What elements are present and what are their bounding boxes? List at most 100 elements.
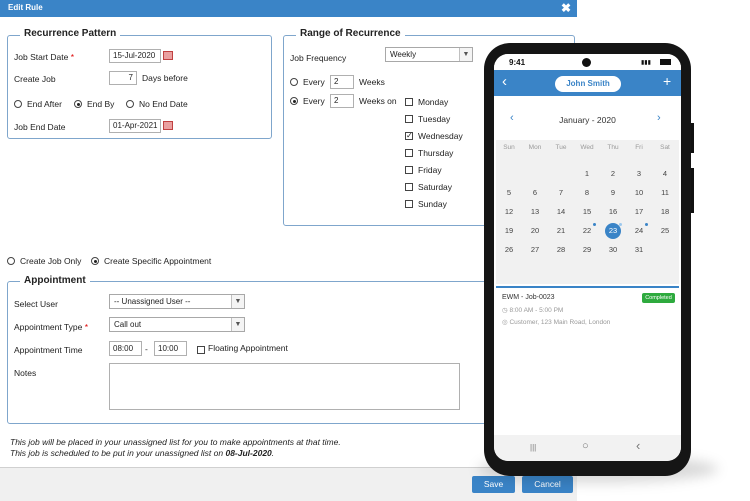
- close-icon[interactable]: ✖: [561, 1, 571, 15]
- appointment-time-label: Appointment Time: [14, 345, 83, 355]
- signal-icon: ▮▮▮: [641, 60, 651, 66]
- monday-checkbox[interactable]: [405, 98, 413, 106]
- friday-label: Friday: [418, 165, 442, 175]
- nav-back-icon[interactable]: ‹: [636, 438, 640, 453]
- thursday-checkbox[interactable]: [405, 149, 413, 157]
- end-after-radio[interactable]: [14, 100, 22, 108]
- friday-checkbox[interactable]: [405, 166, 413, 174]
- calendar-day[interactable]: 5: [496, 188, 522, 197]
- clock-icon: ◷: [502, 307, 508, 314]
- tuesday-label: Tuesday: [418, 114, 451, 124]
- recent-apps-icon[interactable]: |||: [530, 443, 536, 452]
- calendar-day[interactable]: 2: [600, 169, 626, 178]
- calendar-day[interactable]: 24: [626, 226, 652, 235]
- calendar-day[interactable]: 22: [574, 226, 600, 235]
- calendar-day[interactable]: 6: [522, 188, 548, 197]
- wednesday-checkbox[interactable]: ✓: [405, 132, 413, 140]
- job-end-date-label: Job End Date: [14, 122, 66, 132]
- job-frequency-label: Job Frequency: [290, 53, 347, 63]
- calendar-day[interactable]: 19: [496, 226, 522, 235]
- notes-textarea[interactable]: [109, 363, 460, 410]
- create-job-only-radio[interactable]: [7, 257, 15, 265]
- status-time: 9:41: [509, 58, 526, 67]
- phone-side-button: [691, 168, 694, 213]
- calendar-day[interactable]: 8: [574, 188, 600, 197]
- dialog-title: Edit Rule: [8, 3, 43, 12]
- calendar-day[interactable]: 11: [652, 188, 678, 197]
- calendar-day[interactable]: 9: [600, 188, 626, 197]
- calendar-day[interactable]: 4: [652, 169, 678, 178]
- job-frequency-select[interactable]: Weekly ▼: [385, 47, 473, 62]
- calendar-day[interactable]: 3: [626, 169, 652, 178]
- status-bar: 9:41 ▮▮▮: [494, 54, 681, 70]
- weekday-label: Fri: [635, 144, 643, 151]
- appointment-legend: Appointment: [20, 275, 90, 286]
- every-label-2: Every: [303, 96, 325, 106]
- calendar-day[interactable]: 31: [626, 245, 652, 254]
- job-frequency-value: Weekly: [390, 50, 417, 59]
- every-weeks-radio[interactable]: [290, 78, 298, 86]
- calendar-day[interactable]: 16: [600, 207, 626, 216]
- calendar-day[interactable]: 12: [496, 207, 522, 216]
- android-nav-bar: ||| ○ ‹: [494, 435, 681, 461]
- event-dot: [645, 223, 648, 226]
- every-weeks-on-radio[interactable]: [290, 97, 298, 105]
- time-to-input[interactable]: 10:00: [154, 341, 187, 356]
- select-user-label: Select User: [14, 299, 58, 309]
- calendar-day[interactable]: 29: [574, 245, 600, 254]
- time-from-input[interactable]: 08:00: [109, 341, 142, 356]
- calendar-day[interactable]: 13: [522, 207, 548, 216]
- create-job-label: Create Job: [14, 74, 56, 84]
- select-user-select[interactable]: -- Unassigned User -- ▼: [109, 294, 245, 309]
- end-by-label: End By: [87, 99, 115, 109]
- chevron-down-icon: ▼: [231, 318, 244, 331]
- status-badge: Completed: [642, 293, 675, 303]
- end-by-radio[interactable]: [74, 100, 82, 108]
- every-weeks-input[interactable]: 2: [330, 75, 354, 89]
- month-label: January - 2020: [559, 115, 616, 125]
- thursday-label: Thursday: [418, 148, 454, 158]
- calendar-icon[interactable]: [163, 121, 173, 130]
- calendar-day[interactable]: 7: [548, 188, 574, 197]
- calendar-day[interactable]: 25: [652, 226, 678, 235]
- next-month-icon[interactable]: ›: [657, 112, 661, 124]
- save-button[interactable]: Save: [472, 476, 515, 493]
- every-label: Every: [303, 77, 325, 87]
- calendar-day[interactable]: 10: [626, 188, 652, 197]
- create-specific-appointment-radio[interactable]: [91, 257, 99, 265]
- range-of-recurrence-legend: Range of Recurrence: [296, 28, 405, 39]
- calendar-day[interactable]: 26: [496, 245, 522, 254]
- calendar-day[interactable]: 27: [522, 245, 548, 254]
- job-start-date-input[interactable]: 15-Jul-2020: [109, 49, 161, 63]
- calendar-icon[interactable]: [163, 51, 173, 60]
- sunday-checkbox[interactable]: [405, 200, 413, 208]
- calendar-day[interactable]: 30: [600, 245, 626, 254]
- job-end-date-input[interactable]: 01-Apr-2021: [109, 119, 161, 133]
- tuesday-checkbox[interactable]: [405, 115, 413, 123]
- user-pill[interactable]: John Smith: [555, 76, 621, 92]
- calendar-day[interactable]: 15: [574, 207, 600, 216]
- weekday-label: Mon: [528, 144, 542, 151]
- saturday-checkbox[interactable]: [405, 183, 413, 191]
- appointment-type-select[interactable]: Call out ▼: [109, 317, 245, 332]
- calendar-day[interactable]: 20: [522, 226, 548, 235]
- calendar-day[interactable]: 14: [548, 207, 574, 216]
- no-end-date-radio[interactable]: [126, 100, 134, 108]
- dialog-titlebar: Edit Rule ✖: [0, 0, 577, 17]
- calendar-day[interactable]: 18: [652, 207, 678, 216]
- camera-notch: [582, 58, 591, 67]
- back-icon[interactable]: ‹: [502, 73, 507, 90]
- calendar-day[interactable]: 28: [548, 245, 574, 254]
- calendar-day[interactable]: 23: [600, 226, 626, 235]
- calendar-day[interactable]: 21: [548, 226, 574, 235]
- floating-appointment-checkbox[interactable]: [197, 346, 205, 354]
- phone-side-button: [691, 123, 694, 153]
- weekday-label: Thu: [607, 144, 619, 151]
- calendar-day[interactable]: 17: [626, 207, 652, 216]
- calendar-day[interactable]: 1: [574, 169, 600, 178]
- add-icon[interactable]: +: [663, 73, 671, 89]
- create-job-days-input[interactable]: 7: [109, 71, 137, 85]
- home-icon[interactable]: ○: [582, 440, 589, 452]
- every-weeks-on-input[interactable]: 2: [330, 94, 354, 108]
- weekday-label: Sun: [503, 144, 515, 151]
